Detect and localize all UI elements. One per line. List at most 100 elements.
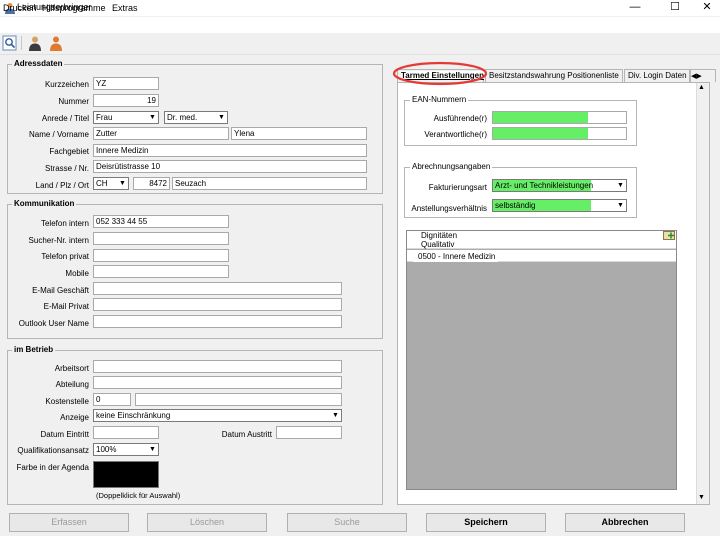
ort-field[interactable]: Seuzach [172,177,367,190]
chevron-down-icon[interactable]: ▼ [330,410,341,421]
farbe-agenda-swatch[interactable] [93,461,159,488]
grid-header-qualitativ: Qualitativ [407,240,676,249]
verantwortliche-highlight [493,128,588,139]
chevron-down-icon[interactable]: ▼ [147,112,158,123]
nummer-label: Nummer [58,97,89,106]
outlook-user-field[interactable] [93,315,342,328]
email-privat-label: E-Mail Privat [43,302,89,311]
kostenstelle-field[interactable]: 0 [93,393,131,406]
chevron-down-icon[interactable]: ▼ [615,180,626,191]
anrede-value: Frau [96,113,113,122]
chevron-down-icon[interactable]: ▼ [147,444,158,455]
scroll-up-icon[interactable]: ▲ [698,84,705,91]
titel-select[interactable]: Dr. med. ▼ [164,111,228,124]
menu-bar [0,17,720,33]
anzeige-select[interactable]: keine Einschränkung ▼ [93,409,342,422]
telefon-intern-label: Telefon intern [40,219,89,228]
add-row-icon[interactable] [663,231,675,240]
suche-button[interactable]: Suche [287,513,407,532]
maximize-button[interactable]: ☐ [658,0,692,16]
chevron-down-icon[interactable]: ▼ [117,178,128,189]
verantwortliche-field[interactable] [492,127,627,140]
email-geschaeft-field[interactable] [93,282,342,295]
loeschen-button[interactable]: Löschen [147,513,267,532]
close-button[interactable]: ✕ [690,0,720,16]
sucher-nr-field[interactable] [93,232,229,245]
kostenstelle-label: Kostenstelle [45,397,89,406]
qualifikationsansatz-select[interactable]: 100% ▼ [93,443,159,456]
verantwortliche-label: Verantwortliche(r) [424,130,487,139]
fakturierungsart-select[interactable]: Arzt- und Technikleistungen ▼ [492,179,627,192]
qualifikationsansatz-value: 100% [96,445,117,454]
land-value: CH [96,179,108,188]
nummer-field[interactable]: 19 [93,94,159,107]
telefon-privat-field[interactable] [93,249,229,262]
name-field[interactable]: Zutter [93,127,229,140]
fakturierungsart-value: Arzt- und Technikleistungen [495,181,594,190]
datum-eintritt-label: Datum Eintritt [40,430,89,439]
anstellungsverhaeltnis-select[interactable]: selbständig ▼ [492,199,627,212]
search-document-icon[interactable] [2,35,18,51]
land-plz-ort-label: Land / Plz / Ort [35,181,89,190]
land-select[interactable]: CH ▼ [93,177,129,190]
tab-scroll-right-icon[interactable]: ▶ [696,73,701,80]
menu-drucken[interactable]: Drucken [3,3,37,13]
erfassen-button[interactable]: Erfassen [9,513,129,532]
ausfuehrende-label: Ausführende(r) [433,114,487,123]
farbe-agenda-label: Farbe in der Agenda [16,463,90,472]
anrede-select[interactable]: Frau ▼ [93,111,159,124]
tab-scroll-buttons[interactable]: ◀▶ [690,69,716,82]
minimize-button[interactable]: — [618,0,652,16]
name-vorname-label: Name / Vorname [28,130,89,139]
farbe-agenda-hint: (Doppelklick für Auswahl) [96,491,181,500]
abteilung-field[interactable] [93,376,342,389]
chevron-down-icon[interactable]: ▼ [615,200,626,211]
sucher-nr-label: Sucher-Nr. intern [28,236,89,245]
ausfuehrende-field[interactable] [492,111,627,124]
datum-austritt-field[interactable] [276,426,342,439]
qualifikationsansatz-label: Qualifikationsansatz [17,446,89,455]
email-geschaeft-label: E-Mail Geschäft [32,286,89,295]
chevron-down-icon[interactable]: ▼ [216,112,227,123]
tab-login-daten[interactable]: Div. Login Daten [624,69,690,82]
arbeitsort-field[interactable] [93,360,342,373]
abbrechen-button[interactable]: Abbrechen [565,513,685,532]
table-row[interactable]: 0500 - Innere Medizin [413,251,498,262]
outlook-user-label: Outlook User Name [18,319,89,328]
kurzzeichen-label: Kurzzeichen [44,80,89,89]
user-icon[interactable] [48,35,64,51]
kostenstelle-text-field[interactable] [135,393,342,406]
vorname-field[interactable]: Ylena [231,127,367,140]
menu-hilfsprogramme[interactable]: Hilfsprogramme [42,3,106,13]
tab-besitzstandswahrung-label: Besitzstandswahrung Positionenliste [489,71,619,80]
fachgebiet-label: Fachgebiet [49,147,89,156]
arbeitsort-label: Arbeitsort [54,364,89,373]
plz-field[interactable]: 8472 [133,177,170,190]
tab-login-daten-label: Div. Login Daten [628,71,687,80]
kommunikation-title: Kommunikation [12,199,77,208]
datum-eintritt-field[interactable] [93,426,159,439]
anzeige-label: Anzeige [60,413,89,422]
speichern-button[interactable]: Speichern [426,513,546,532]
toolbar [0,33,720,55]
telefon-intern-field[interactable]: 052 333 44 55 [93,215,229,228]
abrechnung-title: Abrechnungsangaben [410,162,493,171]
fakturierungsart-label: Fakturierungsart [428,183,487,192]
panel-scrollbar[interactable] [696,83,709,504]
toolbar-separator [21,36,22,50]
email-privat-field[interactable] [93,298,342,311]
user-icon[interactable] [27,35,43,51]
anstellungsverhaeltnis-label: Anstellungsverhältnis [411,204,487,213]
strasse-field[interactable]: Deisrütistrasse 10 [93,160,367,173]
fachgebiet-field[interactable]: Innere Medizin [93,144,367,157]
kurzzeichen-field[interactable]: YZ [93,77,159,90]
mobile-field[interactable] [93,265,229,278]
menu-extras[interactable]: Extras [112,3,138,13]
tab-besitzstandswahrung[interactable]: Besitzstandswahrung Positionenliste [485,69,623,82]
grid-header-dignitaeten: Dignitäten [407,231,676,240]
anzeige-value: keine Einschränkung [96,411,171,420]
ean-title: EAN-Nummern [410,95,469,104]
scroll-down-icon[interactable]: ▼ [698,494,705,501]
dignitaeten-grid[interactable] [406,230,677,490]
betrieb-title: im Betrieb [12,345,56,354]
